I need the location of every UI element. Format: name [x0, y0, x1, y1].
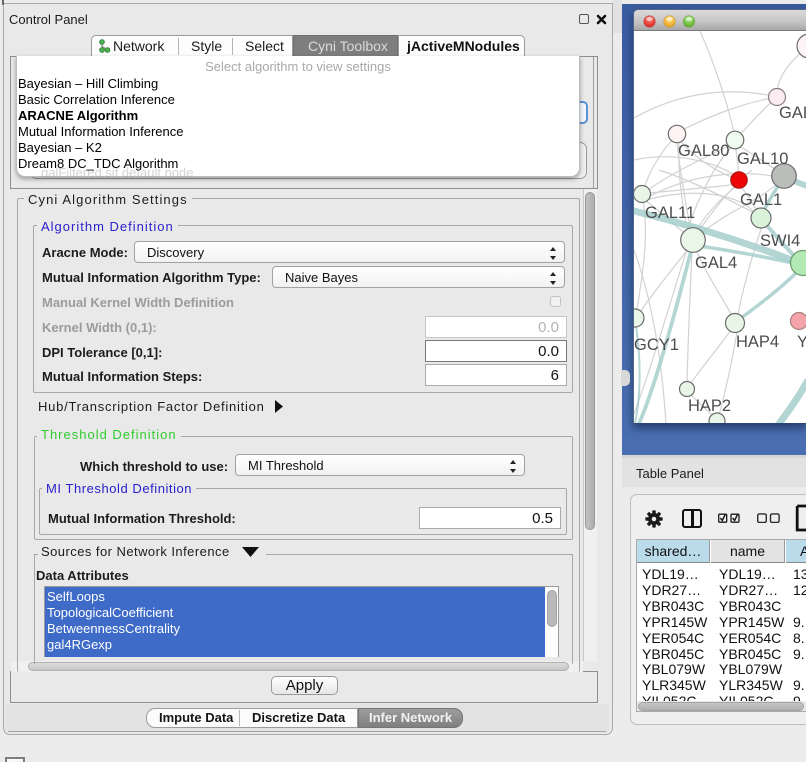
svg-text:GAL1: GAL1	[740, 191, 782, 209]
svg-text:GAL2: GAL2	[779, 104, 806, 122]
svg-text:GAL10: GAL10	[737, 150, 788, 168]
svg-text:SWI4: SWI4	[760, 232, 800, 250]
svg-text:HAP4: HAP4	[736, 333, 779, 351]
svg-text:HAP2: HAP2	[688, 397, 731, 415]
svg-text:GCY1: GCY1	[634, 336, 679, 354]
svg-text:YD: YD	[797, 333, 806, 351]
svg-text:GAL11: GAL11	[645, 204, 695, 222]
svg-text:GAL4: GAL4	[695, 254, 737, 272]
svg-text:GAL80: GAL80	[678, 142, 729, 160]
